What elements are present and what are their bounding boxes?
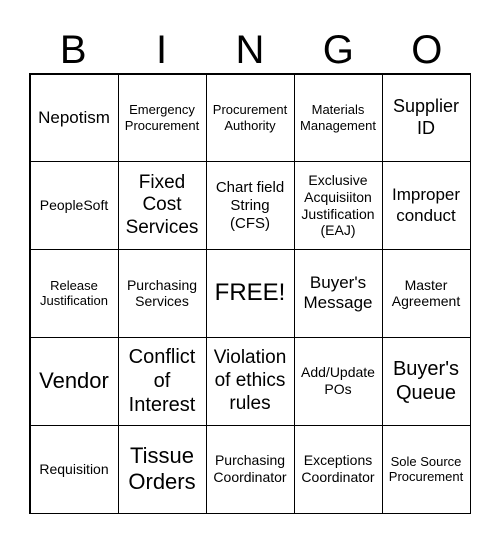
bingo-cell[interactable]: Tissue Orders [117,424,207,514]
bingo-cell[interactable]: Exceptions Coordinator [293,424,383,514]
bingo-cell[interactable]: Chart field String (CFS) [205,161,295,251]
header-letter-i: I [156,28,168,72]
bingo-cell[interactable]: Supplier ID [381,73,471,163]
bingo-cell[interactable]: Purchasing Services [117,249,207,338]
bingo-cell[interactable]: Master Agreement [381,249,471,338]
bingo-cell[interactable]: Release Justification [29,249,119,338]
bingo-cell[interactable]: Fixed Cost Services [117,161,207,251]
bingo-cell[interactable]: Exclusive Acquisiiton Justification (EAJ… [293,161,383,251]
bingo-cell[interactable]: Requisition [29,424,119,514]
free-space-cell[interactable]: FREE! [205,249,295,338]
bingo-cell[interactable]: Procurement Authority [205,73,295,163]
bingo-cell[interactable]: Materials Management [293,73,383,163]
header-letter-n: N [235,28,265,72]
bingo-header: B I N G O [29,22,471,78]
bingo-cell[interactable]: Improper conduct [381,161,471,251]
bingo-cell[interactable]: Vendor [29,336,119,426]
bingo-cell[interactable]: Violation of ethics rules [205,336,295,426]
bingo-cell[interactable]: Sole Source Procurement [381,424,471,514]
bingo-cell[interactable]: Add/Update POs [293,336,383,426]
bingo-cell[interactable]: Nepotism [29,73,119,163]
bingo-cell[interactable]: Purchasing Coordinator [205,424,295,514]
header-letter-b: B [59,28,87,72]
bingo-cell[interactable]: Emergency Procurement [117,73,207,163]
bingo-cell[interactable]: Buyer's Queue [381,336,471,426]
bingo-cell[interactable]: PeopleSoft [29,161,119,251]
header-letter-o: O [411,28,443,72]
header-letter-g: G [322,28,354,72]
bingo-cell[interactable]: Conflict of Interest [117,336,207,426]
bingo-cell[interactable]: Buyer's Message [293,249,383,338]
bingo-grid: Nepotism Emergency Procurement Procurement… [29,73,471,514]
